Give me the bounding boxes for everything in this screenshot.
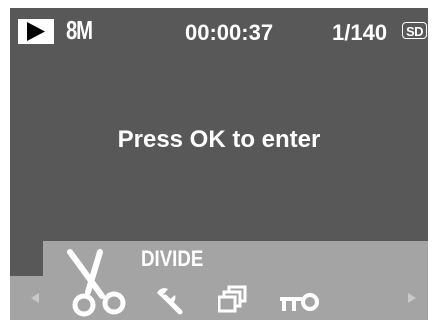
playback-time: 00:00:37 xyxy=(185,20,274,45)
play-icon xyxy=(18,19,54,44)
menu-selected-label: DIVIDE xyxy=(141,246,204,271)
instruction-message: Press OK to enter xyxy=(117,126,321,153)
sd-card-icon: SD xyxy=(402,22,427,39)
stacked-frames-icon[interactable] xyxy=(218,285,248,315)
camera-screen: 8M 00:00:37 1/140 SD Press OK to enter D… xyxy=(10,8,428,320)
key-icon[interactable] xyxy=(278,291,322,313)
wrench-icon[interactable] xyxy=(154,286,184,316)
arrow-left-icon[interactable] xyxy=(30,292,40,304)
file-counter: 1/140 xyxy=(332,20,388,45)
scissors-icon[interactable] xyxy=(60,248,135,320)
resolution-indicator: 8M xyxy=(66,15,93,45)
arrow-right-icon[interactable] xyxy=(407,292,417,304)
